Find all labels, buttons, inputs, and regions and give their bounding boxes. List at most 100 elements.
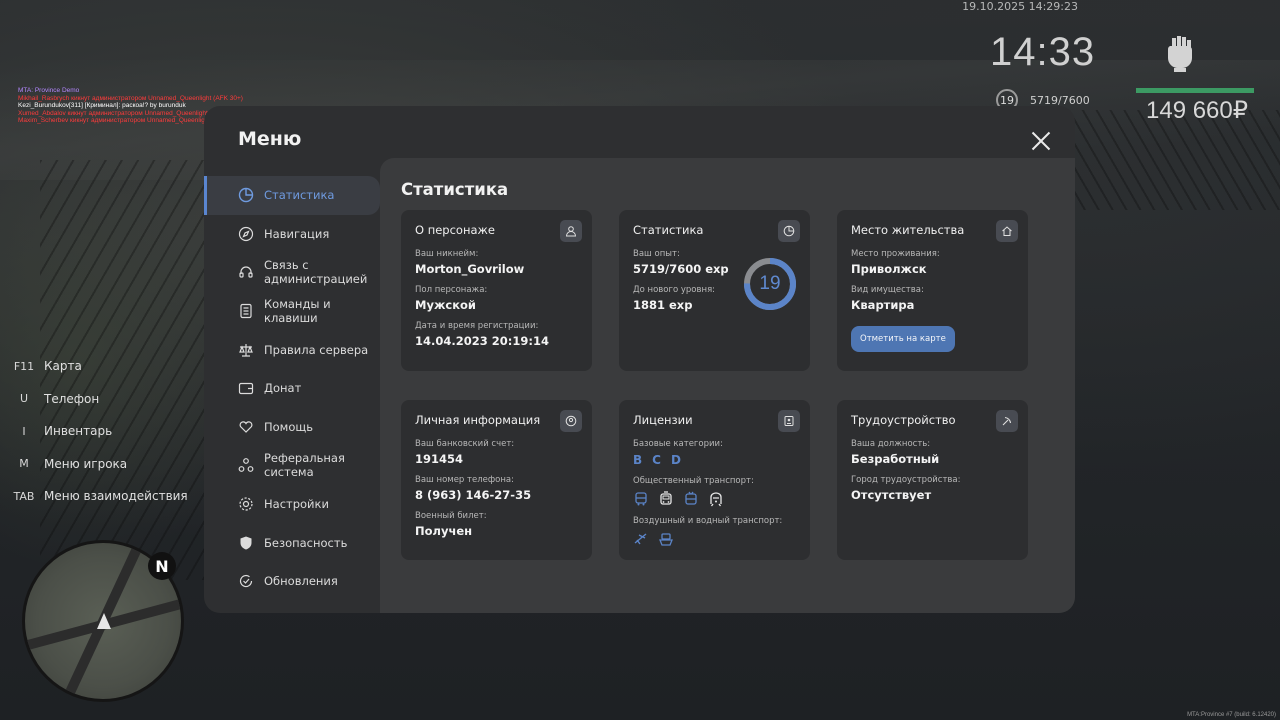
wallet-icon	[238, 380, 254, 396]
card-title: Статистика	[633, 223, 704, 237]
field-label: Место проживания:	[851, 249, 940, 259]
sidebar-item-commands[interactable]: Команды и клавиши	[204, 292, 380, 331]
hotkey-phone: U Телефон	[10, 383, 188, 416]
sidebar-item-donate[interactable]: Донат	[204, 369, 380, 408]
card-title: Трудоустройство	[851, 413, 956, 427]
sidebar-item-label: Навигация	[264, 226, 330, 241]
tram-icon	[658, 491, 674, 507]
field-label: Военный билет:	[415, 511, 487, 521]
document-icon	[238, 303, 254, 319]
hud-health-bar	[1136, 88, 1254, 93]
statistics-panel: Статистика О персонаже Ваш никнейм: Mort…	[380, 158, 1075, 613]
hotkey-map: F11 Карта	[10, 350, 188, 383]
licenses-card: Лицензии Базовые категории: B C D Общест…	[619, 400, 810, 560]
sidebar-item-label: Помощь	[264, 419, 314, 434]
property-type-value: Квартира	[851, 298, 915, 312]
phone-value: 8 (963) 146-27-35	[415, 488, 532, 502]
page-title: Статистика	[401, 180, 509, 199]
field-label: Город трудоустройства:	[851, 475, 961, 485]
boat-icon	[658, 531, 674, 547]
hotkey-label: Меню игрока	[44, 456, 128, 471]
air-water-licenses	[633, 531, 796, 547]
pie-chart-icon	[238, 187, 254, 203]
mark-on-map-button[interactable]: Отметить на карте	[851, 326, 955, 352]
license-category: C	[652, 453, 661, 467]
background-fence-right	[1070, 110, 1280, 210]
sidebar-item-label: Команды и клавиши	[264, 297, 331, 326]
sidebar-item-label: Настройки	[264, 497, 329, 512]
sidebar-item-navigation[interactable]: Навигация	[204, 215, 380, 254]
stats-card: Статистика Ваш опыт: 5719/7600 exp До но…	[619, 210, 810, 371]
hotkey-key: F11	[13, 359, 35, 373]
personal-info-card: Личная информация Ваш банковский счет: 1…	[401, 400, 592, 560]
menu-modal: Меню Статистика Навигация Связь с админи…	[204, 106, 1075, 613]
card-title: Место жительства	[851, 223, 965, 237]
field-label: Пол персонажа:	[415, 285, 488, 295]
hotkey-label: Карта	[44, 359, 82, 374]
nickname-value: Morton_Govrilow	[415, 262, 525, 276]
close-button[interactable]	[1028, 128, 1054, 154]
residence-value: Приволжск	[851, 262, 927, 276]
sidebar-item-contact-admin[interactable]: Связь с администрацией	[204, 253, 380, 292]
bus-icon	[633, 491, 649, 507]
sidebar-item-label: Статистика	[264, 188, 335, 203]
card-title: Личная информация	[415, 413, 541, 427]
sidebar-item-settings[interactable]: Настройки	[204, 485, 380, 524]
military-id-value: Получен	[415, 524, 473, 538]
compass-icon	[238, 226, 254, 242]
field-label: Вид имущества:	[851, 285, 924, 295]
chat-line: MTA: Province Demo	[18, 87, 80, 94]
scales-icon	[238, 342, 254, 358]
hotkey-key: I	[22, 424, 26, 438]
fist-icon	[1162, 32, 1196, 72]
sidebar-item-statistics[interactable]: Статистика	[204, 176, 380, 215]
bank-account-value: 191454	[415, 452, 464, 466]
field-label: Ваш номер телефона:	[415, 475, 514, 485]
employment-card: Трудоустройство Ваша должность: Безработ…	[837, 400, 1028, 560]
sidebar-item-label: Правила сервера	[264, 342, 369, 357]
pie-chart-icon	[778, 220, 800, 242]
card-title: Лицензии	[633, 413, 693, 427]
license-category: B	[633, 453, 643, 467]
field-label: Общественный транспорт:	[633, 476, 754, 486]
shield-icon	[238, 535, 254, 551]
public-transport-licenses	[633, 491, 796, 507]
hotkey-inventory: I Инвентарь	[10, 415, 188, 448]
user-circle-icon	[560, 410, 582, 432]
license-categories: B C D	[633, 453, 796, 467]
sidebar-item-rules[interactable]: Правила сервера	[204, 330, 380, 369]
level-number: 19	[759, 273, 781, 294]
registration-value: 14.04.2023 20:19:14	[415, 334, 549, 348]
sidebar-item-label: Донат	[264, 381, 302, 396]
hotkey-player-menu: M Меню игрока	[10, 448, 188, 481]
sidebar-item-updates[interactable]: Обновления	[204, 562, 380, 601]
sidebar-item-label: Безопасность	[264, 535, 348, 550]
menu-title: Меню	[238, 128, 302, 150]
field-label: Ваша должность:	[851, 439, 931, 449]
minimap-north: N	[148, 552, 176, 580]
trolleybus-icon	[683, 491, 699, 507]
house-icon	[996, 220, 1018, 242]
hud-clock: 14:33	[990, 30, 1096, 74]
hotkey-label: Телефон	[44, 391, 100, 406]
user-icon	[560, 220, 582, 242]
sidebar-item-security[interactable]: Безопасность	[204, 523, 380, 562]
network-icon	[238, 457, 254, 473]
chat-line: Mikhail_Rasbrych кикнут администратором …	[18, 94, 243, 102]
sidebar-item-label: Связь с администрацией	[264, 258, 368, 287]
position-value: Безработный	[851, 452, 940, 466]
card-title: О персонаже	[415, 223, 495, 237]
hotkey-list: F11 Карта U Телефон I Инвентарь M Меню игрок…	[10, 350, 188, 513]
metro-icon	[708, 491, 724, 507]
sidebar-item-referral[interactable]: Реферальная система	[204, 446, 380, 485]
refresh-check-icon	[238, 573, 254, 589]
hotkey-label: Инвентарь	[44, 424, 113, 439]
plane-icon	[633, 531, 649, 547]
field-label: Воздушный и водный транспорт:	[633, 516, 783, 526]
menu-sidebar: Статистика Навигация Связь с администрац…	[204, 176, 380, 601]
field-label: Ваш никнейм:	[415, 249, 479, 259]
hotkey-key: TAB	[13, 489, 35, 503]
sidebar-item-help[interactable]: Помощь	[204, 408, 380, 447]
hud-datetime: 19.10.2025 14:29:23	[962, 0, 1078, 13]
gear-icon	[238, 496, 254, 512]
